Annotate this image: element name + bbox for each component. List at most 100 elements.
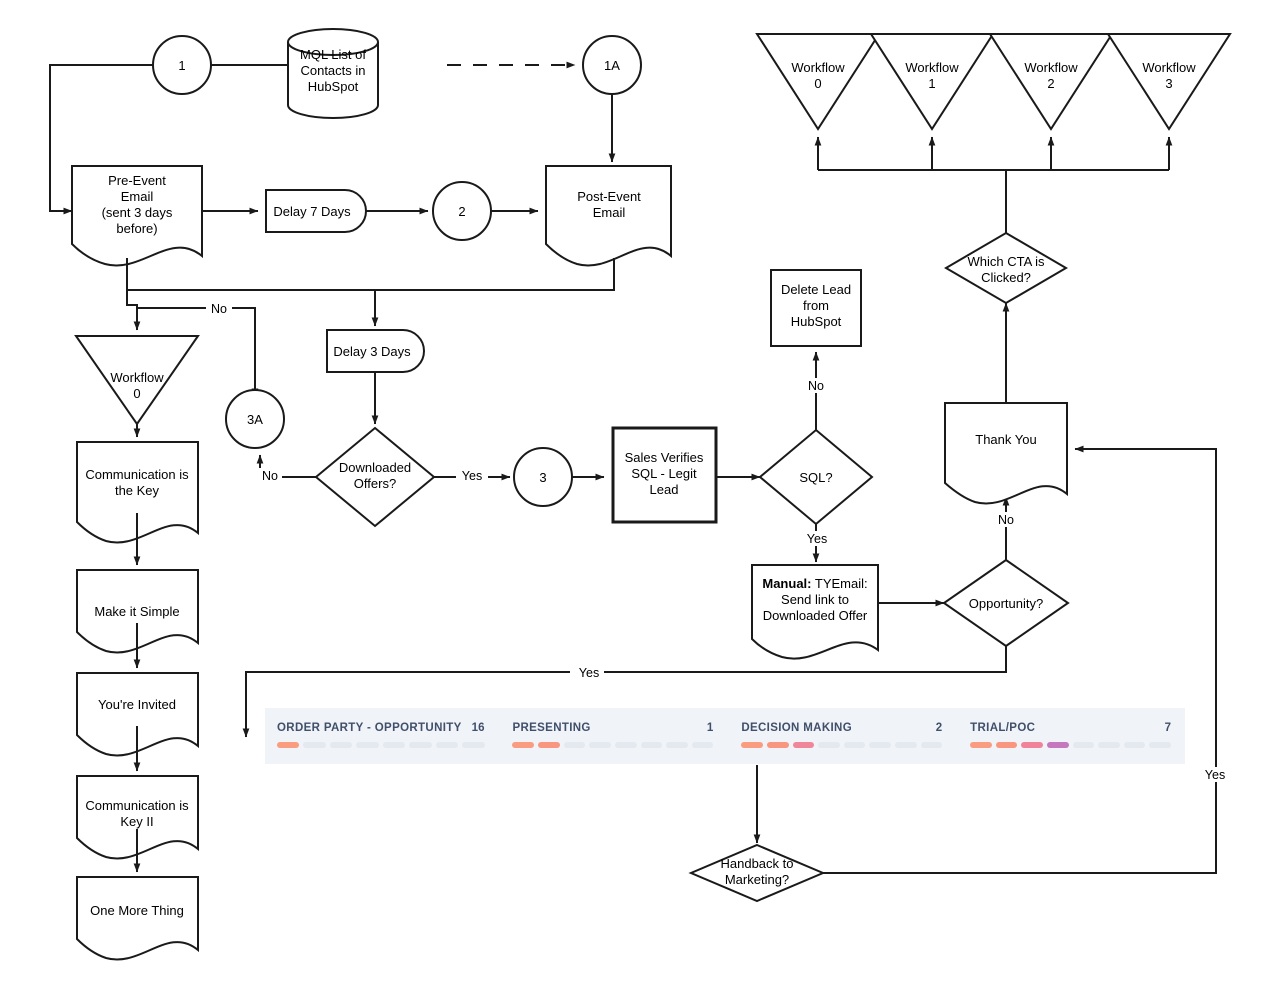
downloaded-offers-decision[interactable]: Downloaded Offers? <box>314 426 436 528</box>
edge-label-no-opportunity: No <box>998 513 1014 527</box>
pipeline-segment-empty <box>409 742 432 748</box>
edge-email-bus <box>126 258 615 291</box>
sales-verifies-line-3: Lead <box>650 482 679 497</box>
sql-decision[interactable]: SQL? <box>758 428 874 526</box>
workflow-top-3-line-2: 3 <box>1165 76 1172 91</box>
pipeline-segment-empty <box>1123 742 1146 748</box>
workflow-top-1-line-1: Workflow <box>905 60 959 75</box>
workflow-0-left-node[interactable]: Workflow 0 <box>74 335 200 426</box>
pipeline-segment-empty <box>589 742 611 748</box>
pipeline-stage[interactable]: TRIAL/POC 7 <box>956 708 1185 764</box>
edge-bus-to-workflow0 <box>126 290 141 331</box>
email-one-more-thing-node[interactable]: One More Thing <box>76 876 199 961</box>
workflow-0-left-line-2: 0 <box>133 386 140 401</box>
post-event-email-node[interactable]: Post-Event Email <box>545 165 672 267</box>
delay-7-days-node[interactable]: Delay 7 Days <box>265 189 367 233</box>
manual-ty-email-node[interactable]: Manual: TYEmail: Send link to Downloaded… <box>751 564 879 660</box>
pipeline-segment-empty <box>1149 742 1172 748</box>
connector-1a[interactable]: 1A <box>582 35 642 95</box>
pipeline-stage-segments <box>277 742 485 748</box>
pipeline-segment-filled <box>512 742 535 748</box>
which-cta-line-1: Which CTA is <box>967 254 1045 269</box>
pipeline-segment-filled <box>766 742 789 748</box>
pipeline-segment-empty <box>329 742 353 748</box>
pipeline-segment-filled <box>538 742 560 748</box>
pipeline-segment-empty <box>1072 742 1095 748</box>
edge-label-no-sql: No <box>808 379 824 393</box>
connector-1[interactable]: 1 <box>152 35 212 95</box>
pipeline-stage-count: 2 <box>935 722 943 734</box>
offers-line-2: Offers? <box>354 476 396 491</box>
which-cta-decision[interactable]: Which CTA is Clicked? <box>944 231 1068 305</box>
connector-3-label: 3 <box>539 470 546 485</box>
edge-label-no-offers: No <box>262 469 278 483</box>
edge-label-yes-offers: Yes <box>462 469 482 483</box>
thank-you-node[interactable]: Thank You <box>944 402 1068 505</box>
pipeline-stage[interactable]: ORDER PARTY - OPPORTUNITY 16 <box>265 708 498 764</box>
handback-decision[interactable]: Handback to Marketing? <box>688 843 826 903</box>
pipeline-segment-empty <box>303 742 326 748</box>
pre-event-line-3: (sent 3 days <box>102 205 173 220</box>
connector-3[interactable]: 3 <box>513 447 573 507</box>
pipeline-segment-empty <box>1098 742 1120 748</box>
pipeline-segment-empty <box>818 742 840 748</box>
email-1-line-1: Communication is <box>85 467 189 482</box>
post-event-line-2: Email <box>593 205 626 220</box>
pre-event-email-node[interactable]: Pre-Event Email (sent 3 days before) <box>71 165 203 267</box>
delete-lead-line-1: Delete Lead <box>781 282 851 297</box>
pipeline-stage-name: DECISION MAKING <box>741 722 852 734</box>
edge-label-yes-opportunity: Yes <box>579 666 599 680</box>
mql-line-2: Contacts in <box>300 63 365 78</box>
pipeline-segment-empty <box>640 742 663 748</box>
workflow-top-2-node[interactable]: Workflow 2 <box>988 33 1114 131</box>
mql-list-datastore[interactable]: MQL List of Contacts in HubSpot <box>287 28 379 119</box>
workflow-top-1-node[interactable]: Workflow 1 <box>869 33 995 131</box>
pipeline-stage-name: ORDER PARTY - OPPORTUNITY <box>277 722 462 734</box>
delete-lead-node[interactable]: Delete Lead from HubSpot <box>770 269 862 347</box>
pre-event-line-4: before) <box>116 221 157 236</box>
sales-verifies-node[interactable]: Sales Verifies SQL - Legit Lead <box>611 426 718 524</box>
edge-label-yes-handback: Yes <box>1205 768 1225 782</box>
workflow-top-0-line-1: Workflow <box>791 60 845 75</box>
pipeline-stage-header: DECISION MAKING 2 <box>741 722 942 734</box>
pipeline-segment-empty <box>666 742 688 748</box>
workflow-top-2-line-2: 2 <box>1047 76 1054 91</box>
manual-ty-line-2: Send link to <box>781 592 849 607</box>
pipeline-stage-count: 16 <box>471 722 485 734</box>
pipeline-segment-empty <box>563 742 586 748</box>
pipeline-stage[interactable]: PRESENTING 1 <box>498 708 727 764</box>
workflow-top-0-node[interactable]: Workflow 0 <box>755 33 881 131</box>
email-2-label: Make it Simple <box>94 604 179 619</box>
handback-line-1: Handback to <box>721 856 794 871</box>
pipeline-stage[interactable]: DECISION MAKING 2 <box>727 708 956 764</box>
workflow-top-3-node[interactable]: Workflow 3 <box>1106 33 1232 131</box>
connector-2[interactable]: 2 <box>432 181 492 241</box>
deal-pipeline-bar[interactable]: ORDER PARTY - OPPORTUNITY 16 PRESENTING 1 DE… <box>265 708 1185 764</box>
email-5-label: One More Thing <box>90 903 184 918</box>
thank-you-label: Thank You <box>975 432 1036 447</box>
workflow-0-left-line-1: Workflow <box>110 370 164 385</box>
which-cta-line-2: Clicked? <box>981 270 1031 285</box>
email-4-line-2: Key II <box>120 814 153 829</box>
pipeline-stage-header: ORDER PARTY - OPPORTUNITY 16 <box>277 722 484 734</box>
pipeline-stage-count: 7 <box>1164 722 1171 734</box>
post-event-line-1: Post-Event <box>577 189 641 204</box>
workflow-top-0-line-2: 0 <box>814 76 821 91</box>
mql-line-3: HubSpot <box>308 79 359 94</box>
manual-ty-line-3: Downloaded Offer <box>763 608 868 623</box>
connector-3a[interactable]: 3A <box>225 389 285 449</box>
pipeline-stage-segments <box>741 742 943 748</box>
pipeline-segment-filled <box>1046 742 1069 748</box>
mql-line-1: MQL List of <box>300 47 366 62</box>
connector-1-label: 1 <box>178 58 185 73</box>
opportunity-label: Opportunity? <box>969 596 1043 611</box>
opportunity-decision[interactable]: Opportunity? <box>942 558 1070 648</box>
pipeline-segment-filled <box>1021 742 1043 748</box>
manual-ty-line-1: Manual: TYEmail: <box>762 576 867 591</box>
pipeline-stage-count: 1 <box>706 722 714 734</box>
pipeline-segment-empty <box>894 742 917 748</box>
pipeline-segment-empty <box>691 742 714 748</box>
delay-3-days-node[interactable]: Delay 3 Days <box>326 329 425 373</box>
pre-event-line-2: Email <box>121 189 154 204</box>
delete-lead-line-3: HubSpot <box>791 314 842 329</box>
